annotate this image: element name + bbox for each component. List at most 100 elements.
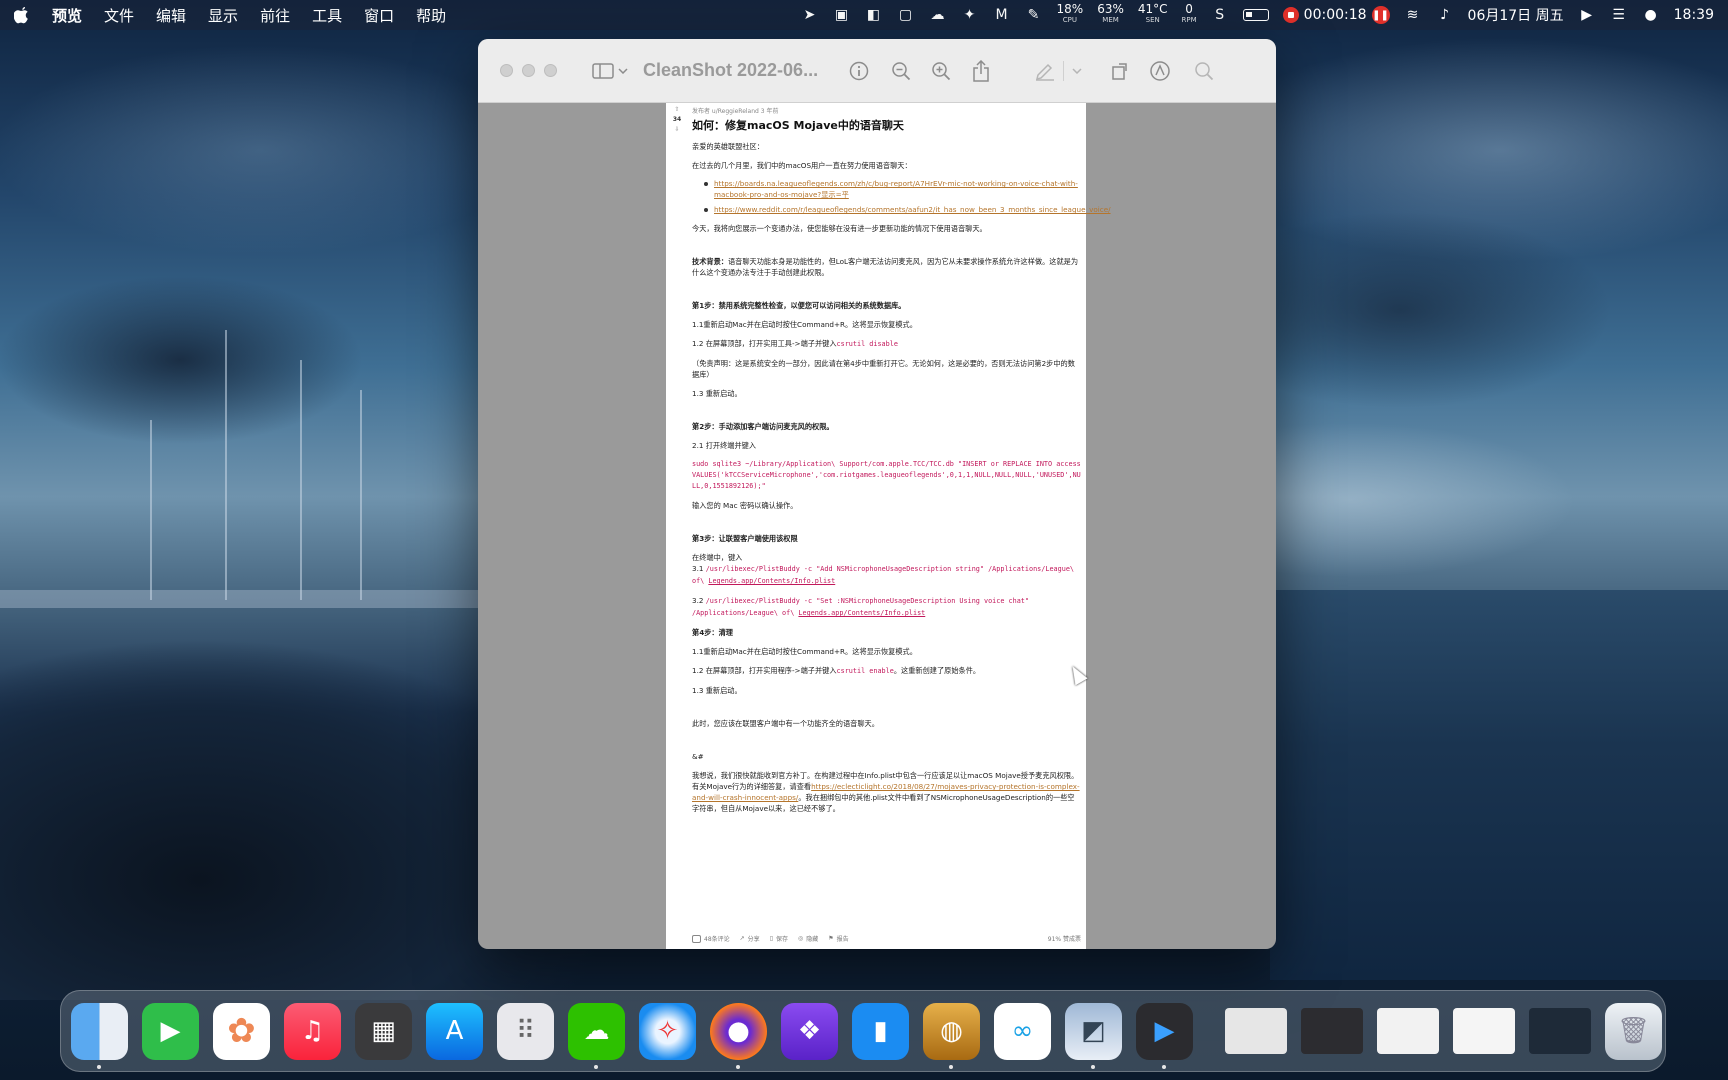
apple-icon[interactable] — [14, 6, 30, 24]
facetime-icon[interactable]: ▶ — [142, 1002, 199, 1060]
toggle-icon[interactable]: ◧ — [865, 7, 883, 23]
zoom-in-icon[interactable] — [927, 57, 955, 85]
step4-title-text: 第4步：清理 — [692, 628, 733, 637]
play-circle-icon[interactable]: ▶ — [1578, 7, 1596, 23]
s-app-icon[interactable]: S — [1211, 7, 1229, 23]
info-plist-link[interactable]: Legends.app/Contents/Info.plist — [708, 577, 835, 585]
menu-window[interactable]: 窗口 — [364, 5, 394, 26]
comments-button[interactable]: 48条评论 — [692, 934, 730, 943]
m-icon[interactable]: M — [993, 7, 1011, 23]
image-icon[interactable]: ▣ — [833, 7, 851, 23]
video-player-icon[interactable]: ▶ — [1136, 1002, 1193, 1069]
trash-icon[interactable]: 🗑 — [1605, 1002, 1662, 1060]
wifi-icon[interactable]: ≋ — [1404, 7, 1422, 23]
report-label: 报告 — [836, 936, 849, 943]
zoom-out-icon[interactable] — [887, 57, 915, 85]
app-icon[interactable]: ∞ — [994, 1002, 1051, 1060]
pause-recording-icon[interactable]: ❚❚ — [1371, 6, 1390, 24]
reddit-link[interactable]: https://www.reddit.com/r/leagueoflegends… — [714, 204, 1111, 215]
document-page[interactable]: ⇧ 34 ⇩ 发布者 u/ReggieReland 3 年前 如何：修复macO… — [666, 103, 1111, 949]
battery-icon[interactable] — [1242, 9, 1269, 21]
bookmarks-icon[interactable]: ▮ — [852, 1002, 909, 1060]
share-label: 分享 — [747, 936, 760, 943]
tech-background-text: 语音聊天功能本身是功能性的，但LoL客户端无法访问麦克风，因为它从未要求操作系统… — [692, 257, 1079, 277]
menu-help[interactable]: 帮助 — [416, 5, 446, 26]
rpm-label: RPM — [1181, 16, 1197, 24]
rpm-stat[interactable]: 0 RPM — [1181, 2, 1197, 26]
info-plist-link[interactable]: Legends.app/Contents/Info.plist — [798, 609, 925, 617]
report-button[interactable]: ⚑ 报告 — [828, 934, 848, 943]
upvote-icon[interactable]: ⇧ — [674, 106, 679, 113]
photos-icon[interactable]: ✿ — [213, 1002, 270, 1060]
save-button[interactable]: ▯ 保存 — [770, 934, 788, 943]
music-icon[interactable]: ♫ — [284, 1002, 341, 1060]
minimized-window-thumbnail[interactable] — [1301, 1008, 1363, 1054]
calculator-icon[interactable]: ▦ — [355, 1002, 412, 1060]
recording-indicator[interactable]: 00:00:18 ❚❚ — [1282, 6, 1390, 24]
cpu-stat[interactable]: 18% CPU — [1057, 3, 1084, 26]
menu-file[interactable]: 文件 — [104, 5, 134, 26]
rotate-icon[interactable] — [1106, 57, 1134, 85]
share-button[interactable]: ↗ 分享 — [740, 934, 760, 943]
app-icon[interactable]: ❖ — [781, 1002, 838, 1060]
volume-icon[interactable]: ♪ — [1436, 7, 1454, 23]
minimize-button[interactable] — [522, 64, 535, 77]
stop-recording-icon[interactable] — [1282, 7, 1299, 23]
sidebar-icon[interactable] — [589, 57, 617, 85]
close-button[interactable] — [500, 64, 513, 77]
info-icon[interactable] — [845, 57, 873, 85]
sen-stat[interactable]: 41°C SEN — [1137, 2, 1168, 26]
annotate-icon[interactable] — [1146, 57, 1174, 85]
rpm-value: 0 — [1185, 2, 1193, 16]
chevron-down-icon[interactable] — [617, 57, 629, 85]
sen-value: 41°C — [1137, 2, 1168, 16]
preview-icon[interactable]: ◩ — [1065, 1002, 1122, 1069]
mem-stat[interactable]: 63% MEM — [1097, 2, 1124, 26]
wechat-icon[interactable]: ☁ — [568, 1002, 625, 1069]
step4-2-text: 1.2 在屏幕顶部，打开实用程序->端子并键入 — [692, 666, 837, 675]
post-score: 34 — [672, 116, 682, 123]
running-indicator — [97, 1064, 101, 1069]
finder-icon[interactable] — [71, 1002, 128, 1069]
step3-1-prefix: 3.1 — [692, 564, 706, 573]
menu-go[interactable]: 前往 — [260, 5, 290, 26]
step3-intro: 在终端中，键入 3.1 /usr/libexec/PlistBuddy -c "… — [692, 552, 1081, 587]
downvote-icon[interactable]: ⇩ — [674, 126, 679, 133]
minimized-window-thumbnail[interactable] — [1377, 1008, 1439, 1054]
minimized-window-thumbnail[interactable] — [1529, 1008, 1591, 1054]
menubar-time[interactable]: 18:39 — [1674, 7, 1714, 23]
search-icon[interactable] — [1190, 57, 1218, 85]
safari-icon[interactable]: ✧ — [639, 1002, 696, 1060]
minimized-window-thumbnail[interactable] — [1453, 1008, 1515, 1054]
automator-icon[interactable]: ◍ — [923, 1002, 980, 1069]
menu-view[interactable]: 显示 — [208, 5, 238, 26]
share-icon[interactable] — [967, 57, 995, 85]
control-center-icon[interactable]: ☰ — [1610, 7, 1628, 23]
minimized-window-thumbnail[interactable] — [1225, 1008, 1287, 1054]
bird-icon[interactable]: ✦ — [961, 7, 979, 23]
menu-app-name[interactable]: 预览 — [52, 5, 82, 26]
mem-value: 63% — [1097, 2, 1124, 16]
hide-button[interactable]: ◎ 隐藏 — [798, 934, 818, 943]
window-titlebar: CleanShot 2022-06... — [478, 39, 1276, 103]
pin-icon[interactable]: ✎ — [1025, 7, 1043, 23]
menu-tools[interactable]: 工具 — [312, 5, 342, 26]
zoom-button[interactable] — [544, 64, 557, 77]
markup-pen-icon[interactable] — [1031, 57, 1059, 85]
bug-report-link[interactable]: https://boards.na.leagueoflegends.com/zh… — [714, 178, 1081, 200]
firefox-icon[interactable]: ● — [710, 1002, 767, 1069]
launchpad-icon[interactable]: ⠿ — [497, 1002, 554, 1060]
link-list: https://boards.na.leagueoflegends.com/zh… — [692, 178, 1111, 215]
chevron-down-icon[interactable] — [1068, 57, 1086, 85]
menu-edit[interactable]: 编辑 — [156, 5, 186, 26]
preview-window: CleanShot 2022-06... ⇧ 34 ⇩ 发布者 u/Reggie… — [478, 39, 1276, 949]
menubar-date[interactable]: 06月17日 周五 — [1468, 5, 1564, 25]
app-store-icon[interactable]: A — [426, 1002, 483, 1060]
location-arrow-icon[interactable]: ➤ — [801, 7, 819, 23]
disclaimer: （免责声明：这是系统安全的一部分，因此请在第4步中重新打开它。无论如何，这是必要… — [692, 359, 1075, 379]
siri-icon[interactable]: ● — [1642, 7, 1660, 23]
app-menu-icon[interactable]: ▢ — [897, 7, 915, 23]
flag-icon: ⚑ — [828, 935, 834, 942]
wechat-menu-icon[interactable]: ☁ — [929, 7, 947, 23]
tech-background: 技术背景：语音聊天功能本身是功能性的，但LoL客户端无法访问麦克风，因为它从未要… — [692, 256, 1081, 278]
